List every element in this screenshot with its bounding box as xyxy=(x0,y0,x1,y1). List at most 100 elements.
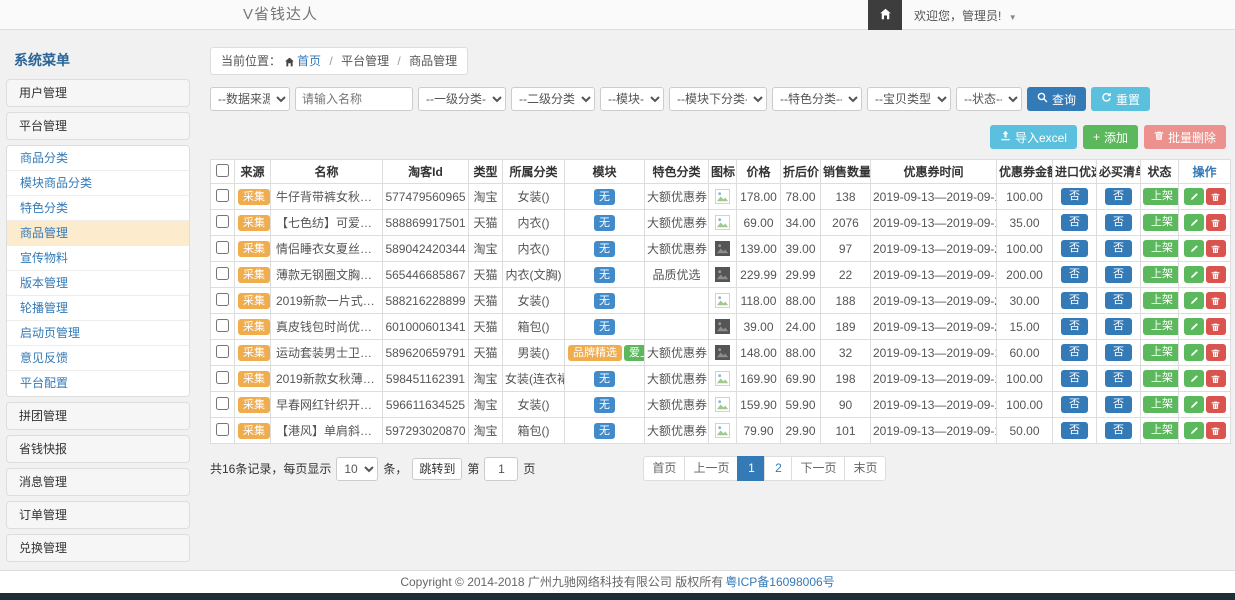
home-button[interactable] xyxy=(868,0,902,30)
batch-delete-button[interactable]: 批量删除 xyxy=(1144,125,1226,149)
user-menu[interactable]: 欢迎您，管理员! ▼ xyxy=(902,7,1031,24)
sidebar-subitem[interactable]: 平台配置 xyxy=(7,371,189,396)
delete-button[interactable] xyxy=(1206,370,1226,387)
row-checkbox[interactable] xyxy=(216,293,229,306)
status-button[interactable]: 上架 xyxy=(1143,396,1179,413)
import-select-toggle[interactable]: 否 xyxy=(1061,370,1088,387)
status-button[interactable]: 上架 xyxy=(1143,214,1179,231)
pager-page-2[interactable]: 2 xyxy=(764,456,792,481)
delete-button[interactable] xyxy=(1206,266,1226,283)
import-select-toggle[interactable]: 否 xyxy=(1061,214,1088,231)
row-checkbox[interactable] xyxy=(216,215,229,228)
edit-button[interactable] xyxy=(1184,214,1204,231)
sidebar-subitem[interactable]: 轮播管理 xyxy=(7,296,189,321)
import-select-toggle[interactable]: 否 xyxy=(1061,292,1088,309)
sidebar-item[interactable]: 消息管理 xyxy=(6,468,190,496)
status-button[interactable]: 上架 xyxy=(1143,370,1179,387)
import-excel-button[interactable]: 导入excel xyxy=(990,125,1077,149)
delete-button[interactable] xyxy=(1206,422,1226,439)
pager-next[interactable]: 下一页 xyxy=(791,456,845,481)
sidebar-subitem[interactable]: 启动页管理 xyxy=(7,321,189,346)
must-buy-toggle[interactable]: 否 xyxy=(1105,188,1132,205)
import-select-toggle[interactable]: 否 xyxy=(1061,422,1088,439)
delete-button[interactable] xyxy=(1206,396,1226,413)
page-size-select[interactable]: 10 xyxy=(336,457,378,481)
sidebar-subitem[interactable]: 版本管理 xyxy=(7,271,189,296)
import-select-toggle[interactable]: 否 xyxy=(1061,318,1088,335)
import-select-toggle[interactable]: 否 xyxy=(1061,344,1088,361)
row-checkbox[interactable] xyxy=(216,189,229,202)
row-checkbox[interactable] xyxy=(216,423,229,436)
jump-page-input[interactable] xyxy=(484,457,518,481)
status-button[interactable]: 上架 xyxy=(1143,188,1179,205)
filter-source-select[interactable]: --数据来源-- xyxy=(210,87,290,111)
must-buy-toggle[interactable]: 否 xyxy=(1105,292,1132,309)
import-select-toggle[interactable]: 否 xyxy=(1061,266,1088,283)
sidebar-item[interactable]: 兑换管理 xyxy=(6,534,190,562)
sidebar-item[interactable]: 用户管理 xyxy=(6,79,190,107)
must-buy-toggle[interactable]: 否 xyxy=(1105,240,1132,257)
breadcrumb-home-link[interactable]: 首页 xyxy=(297,54,321,68)
filter-special-select[interactable]: --特色分类-- xyxy=(772,87,862,111)
edit-button[interactable] xyxy=(1184,318,1204,335)
product-name-input[interactable] xyxy=(295,87,413,111)
must-buy-toggle[interactable]: 否 xyxy=(1105,318,1132,335)
status-button[interactable]: 上架 xyxy=(1143,266,1179,283)
status-button[interactable]: 上架 xyxy=(1143,344,1179,361)
filter-item-type-select[interactable]: --宝贝类型-- xyxy=(867,87,951,111)
edit-button[interactable] xyxy=(1184,344,1204,361)
row-checkbox[interactable] xyxy=(216,241,229,254)
edit-button[interactable] xyxy=(1184,422,1204,439)
select-all-checkbox[interactable] xyxy=(216,164,229,177)
sidebar-subitem[interactable]: 宣传物料 xyxy=(7,246,189,271)
status-button[interactable]: 上架 xyxy=(1143,292,1179,309)
must-buy-toggle[interactable]: 否 xyxy=(1105,370,1132,387)
add-button[interactable]: + 添加 xyxy=(1083,125,1138,149)
pager-last[interactable]: 末页 xyxy=(844,456,886,481)
must-buy-toggle[interactable]: 否 xyxy=(1105,396,1132,413)
sidebar-subitem[interactable]: 商品管理 xyxy=(7,221,189,246)
edit-button[interactable] xyxy=(1184,292,1204,309)
sidebar-subitem[interactable]: 模块商品分类 xyxy=(7,171,189,196)
status-button[interactable]: 上架 xyxy=(1143,240,1179,257)
icp-link[interactable]: 粤ICP备16098006号 xyxy=(725,575,834,589)
status-button[interactable]: 上架 xyxy=(1143,318,1179,335)
edit-button[interactable] xyxy=(1184,396,1204,413)
must-buy-toggle[interactable]: 否 xyxy=(1105,344,1132,361)
status-button[interactable]: 上架 xyxy=(1143,422,1179,439)
delete-button[interactable] xyxy=(1206,318,1226,335)
import-select-toggle[interactable]: 否 xyxy=(1061,188,1088,205)
row-checkbox[interactable] xyxy=(216,397,229,410)
row-checkbox[interactable] xyxy=(216,371,229,384)
search-button[interactable]: 查询 xyxy=(1027,87,1086,111)
must-buy-toggle[interactable]: 否 xyxy=(1105,266,1132,283)
must-buy-toggle[interactable]: 否 xyxy=(1105,422,1132,439)
filter-module-select[interactable]: --模块-- xyxy=(600,87,664,111)
filter-module-sub-select[interactable]: --模块下分类-- xyxy=(669,87,767,111)
row-checkbox[interactable] xyxy=(216,319,229,332)
must-buy-toggle[interactable]: 否 xyxy=(1105,214,1132,231)
edit-button[interactable] xyxy=(1184,188,1204,205)
jump-button[interactable]: 跳转到 xyxy=(412,458,462,480)
sidebar-subitem[interactable]: 商品分类 xyxy=(7,146,189,171)
sidebar-subitem[interactable]: 意见反馈 xyxy=(7,346,189,371)
sidebar-item[interactable]: 拼团管理 xyxy=(6,402,190,430)
delete-button[interactable] xyxy=(1206,240,1226,257)
edit-button[interactable] xyxy=(1184,240,1204,257)
delete-button[interactable] xyxy=(1206,292,1226,309)
sidebar-item[interactable]: 订单管理 xyxy=(6,501,190,529)
delete-button[interactable] xyxy=(1206,344,1226,361)
delete-button[interactable] xyxy=(1206,188,1226,205)
import-select-toggle[interactable]: 否 xyxy=(1061,240,1088,257)
edit-button[interactable] xyxy=(1184,370,1204,387)
filter-status-select[interactable]: --状态-- xyxy=(956,87,1022,111)
pager-page-1[interactable]: 1 xyxy=(737,456,765,481)
sidebar-subitem[interactable]: 特色分类 xyxy=(7,196,189,221)
pager-first[interactable]: 首页 xyxy=(643,456,685,481)
delete-button[interactable] xyxy=(1206,214,1226,231)
filter-level2-select[interactable]: --二级分类-- xyxy=(511,87,595,111)
row-checkbox[interactable] xyxy=(216,267,229,280)
pager-prev[interactable]: 上一页 xyxy=(684,456,738,481)
sidebar-item[interactable]: 平台管理 xyxy=(6,112,190,140)
row-checkbox[interactable] xyxy=(216,345,229,358)
